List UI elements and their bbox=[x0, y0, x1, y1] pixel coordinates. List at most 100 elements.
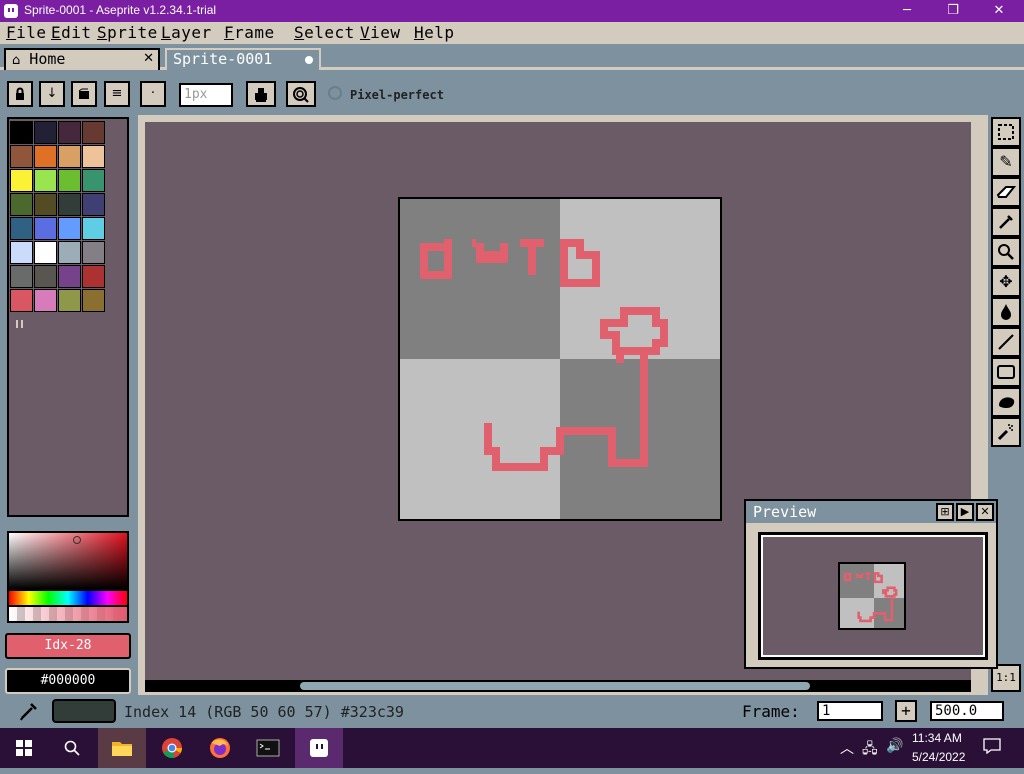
brush-size-input[interactable]: 1px bbox=[179, 83, 233, 107]
move-icon[interactable]: ✥ bbox=[991, 267, 1021, 297]
status-text: Index 14 (RGB 50 60 57) #323c39 bbox=[124, 703, 404, 721]
frame-input[interactable]: 1 bbox=[817, 701, 883, 721]
pixel-perfect-checkbox[interactable] bbox=[328, 86, 342, 100]
brush-point-icon[interactable]: · bbox=[140, 81, 166, 107]
title-bar: Sprite-0001 - Aseprite v1.2.34.1-trial ─… bbox=[0, 0, 1024, 22]
notifications-icon[interactable] bbox=[983, 738, 1001, 758]
spray-target-icon[interactable] bbox=[286, 81, 316, 107]
horizontal-scrollbar[interactable] bbox=[300, 682, 810, 690]
alpha-slider[interactable] bbox=[7, 607, 129, 623]
unsaved-dot-icon bbox=[305, 56, 313, 64]
hue-slider[interactable] bbox=[7, 591, 129, 607]
rectangle-icon[interactable] bbox=[991, 357, 1021, 387]
lines-icon[interactable]: ≡ bbox=[104, 81, 130, 107]
search-icon[interactable] bbox=[48, 728, 96, 768]
palette-swatch[interactable] bbox=[10, 193, 33, 216]
palette-swatch[interactable] bbox=[58, 121, 81, 144]
palette-swatch[interactable] bbox=[58, 241, 81, 264]
network-icon[interactable]: 🖧 bbox=[862, 738, 878, 762]
contour-icon[interactable] bbox=[991, 387, 1021, 417]
minimize-button[interactable]: ─ bbox=[884, 0, 930, 22]
pencil-icon[interactable]: ✎ bbox=[991, 147, 1021, 177]
preview-drawing bbox=[843, 572, 898, 623]
palette-swatch[interactable] bbox=[10, 121, 33, 144]
palette-swatch[interactable] bbox=[10, 265, 33, 288]
palette-swatch[interactable] bbox=[10, 169, 33, 192]
eraser-icon[interactable] bbox=[991, 177, 1021, 207]
palette-swatch[interactable] bbox=[34, 145, 57, 168]
menu-select[interactable]: Select bbox=[294, 23, 355, 42]
firefox-icon[interactable] bbox=[196, 728, 244, 768]
palette-swatch[interactable] bbox=[34, 193, 57, 216]
palette-swatch[interactable] bbox=[34, 217, 57, 240]
arrow-down-icon[interactable]: ↓ bbox=[39, 81, 65, 107]
palette-resize-handle[interactable] bbox=[16, 320, 23, 328]
menu-help[interactable]: Help bbox=[414, 23, 455, 42]
blur-icon[interactable] bbox=[991, 417, 1021, 447]
status-color-swatch bbox=[52, 699, 116, 723]
show-hidden-icons-icon[interactable]: ︿ bbox=[840, 738, 854, 758]
preview-title: Preview bbox=[753, 503, 817, 521]
menu-file[interactable]: File bbox=[6, 23, 47, 42]
palette-swatch[interactable] bbox=[10, 145, 33, 168]
preview-play-icon[interactable]: ▶ bbox=[956, 503, 974, 521]
ink-icon[interactable] bbox=[246, 81, 276, 107]
palette-swatch[interactable] bbox=[10, 217, 33, 240]
aseprite-taskbar-icon[interactable] bbox=[295, 728, 343, 768]
palette-swatch[interactable] bbox=[82, 169, 105, 192]
palette-swatch[interactable] bbox=[58, 217, 81, 240]
palette-swatch[interactable] bbox=[82, 193, 105, 216]
foreground-color-button[interactable]: Idx-28 bbox=[5, 633, 131, 659]
palette-swatch[interactable] bbox=[10, 289, 33, 312]
file-explorer-icon[interactable] bbox=[98, 728, 146, 768]
zoom-icon[interactable] bbox=[991, 237, 1021, 267]
color-picker-cursor[interactable] bbox=[73, 536, 81, 544]
close-button[interactable]: ✕ bbox=[976, 0, 1022, 22]
palette-swatch[interactable] bbox=[58, 169, 81, 192]
palette-swatch[interactable] bbox=[58, 265, 81, 288]
palette-swatch[interactable] bbox=[58, 145, 81, 168]
palette-swatch[interactable] bbox=[58, 193, 81, 216]
tab-home[interactable]: ⌂ Home ✕ bbox=[4, 48, 160, 70]
zoom-input[interactable]: 500.0 bbox=[930, 701, 1004, 721]
palette-swatch[interactable] bbox=[82, 265, 105, 288]
menu-layer[interactable]: Layer bbox=[161, 23, 212, 42]
palette-swatch[interactable] bbox=[34, 289, 57, 312]
palette-swatch[interactable] bbox=[34, 241, 57, 264]
color-saturation-value-picker[interactable] bbox=[7, 531, 129, 591]
background-color-button[interactable]: #000000 bbox=[5, 668, 131, 694]
tab-sprite-0001[interactable]: Sprite-0001 bbox=[165, 48, 321, 70]
preview-close-icon[interactable]: ✕ bbox=[976, 503, 994, 521]
add-frame-button[interactable]: + bbox=[895, 700, 917, 722]
lock-icon[interactable] bbox=[7, 81, 33, 107]
palette-swatch[interactable] bbox=[82, 289, 105, 312]
palette-swatch[interactable] bbox=[10, 241, 33, 264]
menu-view[interactable]: View bbox=[360, 23, 401, 42]
shape-icon[interactable] bbox=[71, 81, 97, 107]
rectangular-marquee-icon[interactable] bbox=[991, 117, 1021, 147]
chrome-icon[interactable] bbox=[148, 728, 196, 768]
sprite-canvas[interactable] bbox=[398, 197, 722, 521]
palette-swatch[interactable] bbox=[82, 217, 105, 240]
palette-swatch[interactable] bbox=[58, 289, 81, 312]
palette-swatch[interactable] bbox=[34, 169, 57, 192]
menu-edit[interactable]: Edit bbox=[51, 23, 92, 42]
terminal-icon[interactable] bbox=[244, 728, 292, 768]
palette-swatch[interactable] bbox=[34, 121, 57, 144]
preview-centering-icon[interactable]: ⊞ bbox=[936, 503, 954, 521]
menu-frame[interactable]: Frame bbox=[224, 23, 275, 42]
palette-swatch[interactable] bbox=[34, 265, 57, 288]
clock-time[interactable]: 11:34 AM bbox=[912, 731, 962, 745]
palette-swatch[interactable] bbox=[82, 121, 105, 144]
paint-bucket-icon[interactable] bbox=[991, 297, 1021, 327]
maximize-button[interactable]: ❐ bbox=[930, 0, 976, 22]
menu-sprite[interactable]: Sprite bbox=[97, 23, 158, 42]
windows-start-icon[interactable] bbox=[0, 728, 48, 768]
volume-icon[interactable]: 🔊 bbox=[886, 738, 903, 754]
palette-swatch[interactable] bbox=[82, 145, 105, 168]
line-icon[interactable] bbox=[991, 327, 1021, 357]
clock-date[interactable]: 5/24/2022 bbox=[912, 750, 965, 764]
tab-close-icon[interactable]: ✕ bbox=[143, 50, 154, 68]
eyedropper-icon[interactable] bbox=[991, 207, 1021, 237]
palette-swatch[interactable] bbox=[82, 241, 105, 264]
